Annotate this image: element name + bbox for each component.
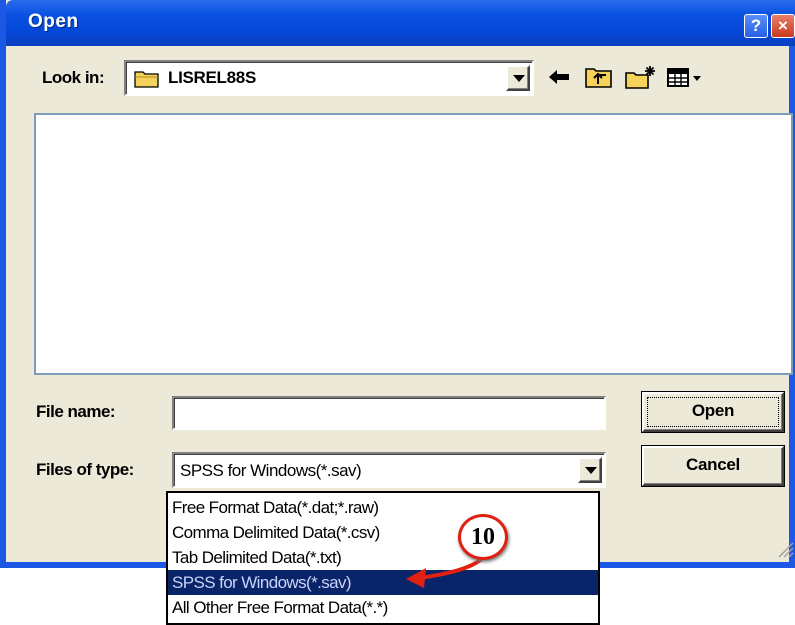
file-list-pane[interactable] <box>34 113 793 375</box>
files-of-type-value: SPSS for Windows(*.sav) <box>180 461 362 480</box>
files-of-type-dropdown-button[interactable] <box>578 457 602 483</box>
files-of-type-dropdown-list[interactable]: Free Format Data(*.dat;*.raw) Comma Deli… <box>166 491 600 625</box>
title-bar[interactable]: Open ? × <box>6 0 795 46</box>
look-in-combobox[interactable]: LISREL88S <box>124 60 534 96</box>
new-folder-icon[interactable] <box>624 64 658 90</box>
file-name-input[interactable] <box>172 396 606 430</box>
back-arrow-icon[interactable] <box>546 64 572 90</box>
step-number-label: 10 <box>471 524 495 550</box>
view-menu-icon[interactable] <box>666 64 706 90</box>
look-in-dropdown-button[interactable] <box>506 65 530 91</box>
resize-grip-icon[interactable] <box>776 540 794 558</box>
file-name-label: File name: <box>36 402 116 421</box>
look-in-value: LISREL88S <box>168 68 256 87</box>
close-button[interactable]: × <box>771 14 795 38</box>
cancel-button[interactable]: Cancel <box>642 446 784 486</box>
files-of-type-label: Files of type: <box>36 460 134 479</box>
folder-icon <box>134 71 159 88</box>
help-button[interactable]: ? <box>744 14 768 38</box>
file-type-option[interactable]: All Other Free Format Data(*.*) <box>168 595 598 620</box>
up-one-level-icon[interactable] <box>584 64 614 90</box>
open-button[interactable]: Open <box>642 392 784 432</box>
file-type-option-selected[interactable]: SPSS for Windows(*.sav) <box>168 570 598 595</box>
dialog-title: Open <box>28 11 79 32</box>
file-type-option[interactable]: Comma Delimited Data(*.csv) <box>168 520 598 545</box>
open-dialog: Open ? × Look in: LISREL88S File name: F… <box>0 0 795 568</box>
files-of-type-combobox[interactable]: SPSS for Windows(*.sav) <box>172 452 606 488</box>
file-type-option[interactable]: Tab Delimited Data(*.txt) <box>168 545 598 570</box>
file-type-option[interactable]: Free Format Data(*.dat;*.raw) <box>168 495 598 520</box>
look-in-label: Look in: <box>42 68 105 87</box>
step-number-callout: 10 <box>458 514 508 560</box>
